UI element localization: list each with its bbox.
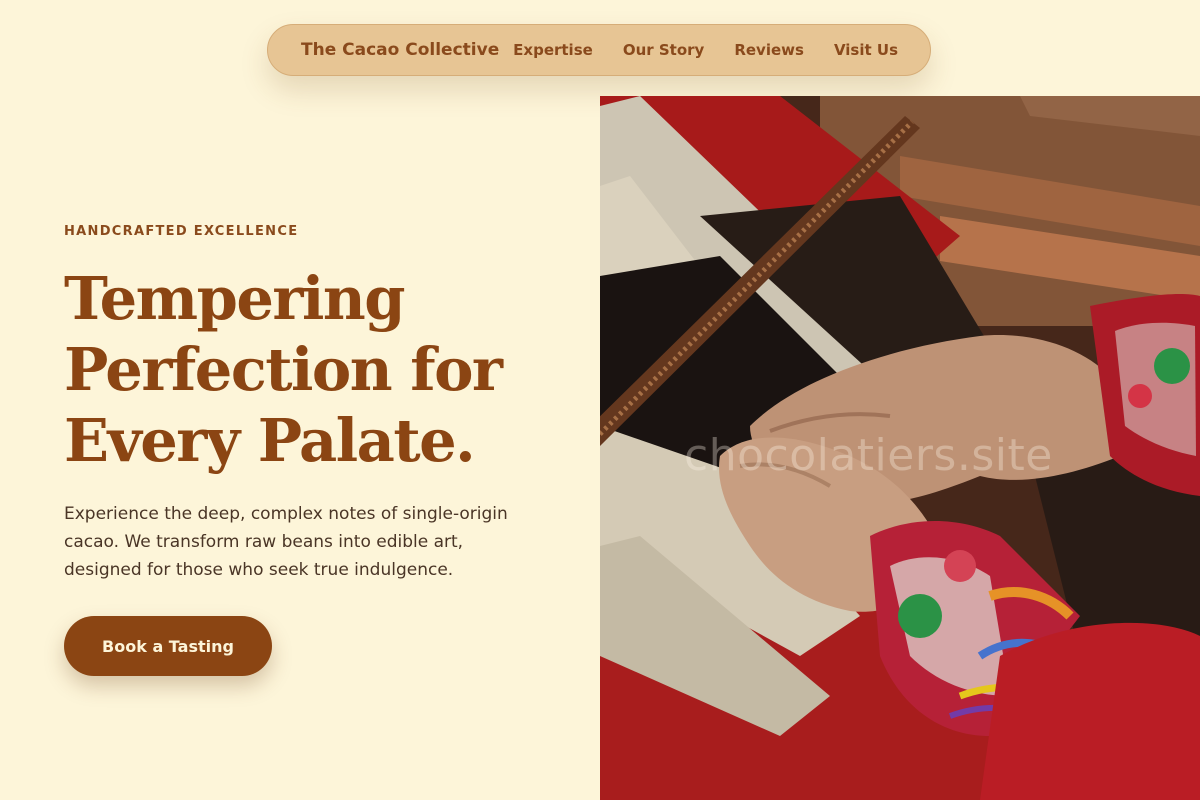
hero-headline-line-2: Perfection for <box>64 335 503 404</box>
brand-logo-link[interactable]: The Cacao Collective <box>301 40 499 60</box>
landing-page: The Cacao Collective Expertise Our Story… <box>0 0 1200 800</box>
hero-description: Experience the deep, complex notes of si… <box>64 504 508 580</box>
hero-eyebrow: HANDCRAFTED EXCELLENCE <box>64 224 299 239</box>
top-navigation: The Cacao Collective Expertise Our Story… <box>267 24 931 76</box>
book-tasting-button[interactable]: Book a Tasting <box>64 616 272 676</box>
nav-link-reviews[interactable]: Reviews <box>734 41 804 59</box>
hero-photo: chocolatiers.site <box>600 96 1200 800</box>
hero-headline: Tempering Perfection for Every Palate. <box>64 263 564 476</box>
nav-link-visit-us[interactable]: Visit Us <box>834 41 898 59</box>
nav-links: Expertise Our Story Reviews Visit Us <box>513 41 898 59</box>
hero-section: HANDCRAFTED EXCELLENCE Tempering Perfect… <box>64 220 564 676</box>
hero-headline-line-3: Every Palate. <box>64 406 476 475</box>
image-watermark: chocolatiers.site <box>684 430 1053 481</box>
nav-link-our-story[interactable]: Our Story <box>623 41 705 59</box>
hero-headline-line-1: Tempering <box>64 264 406 333</box>
nav-link-expertise[interactable]: Expertise <box>513 41 593 59</box>
